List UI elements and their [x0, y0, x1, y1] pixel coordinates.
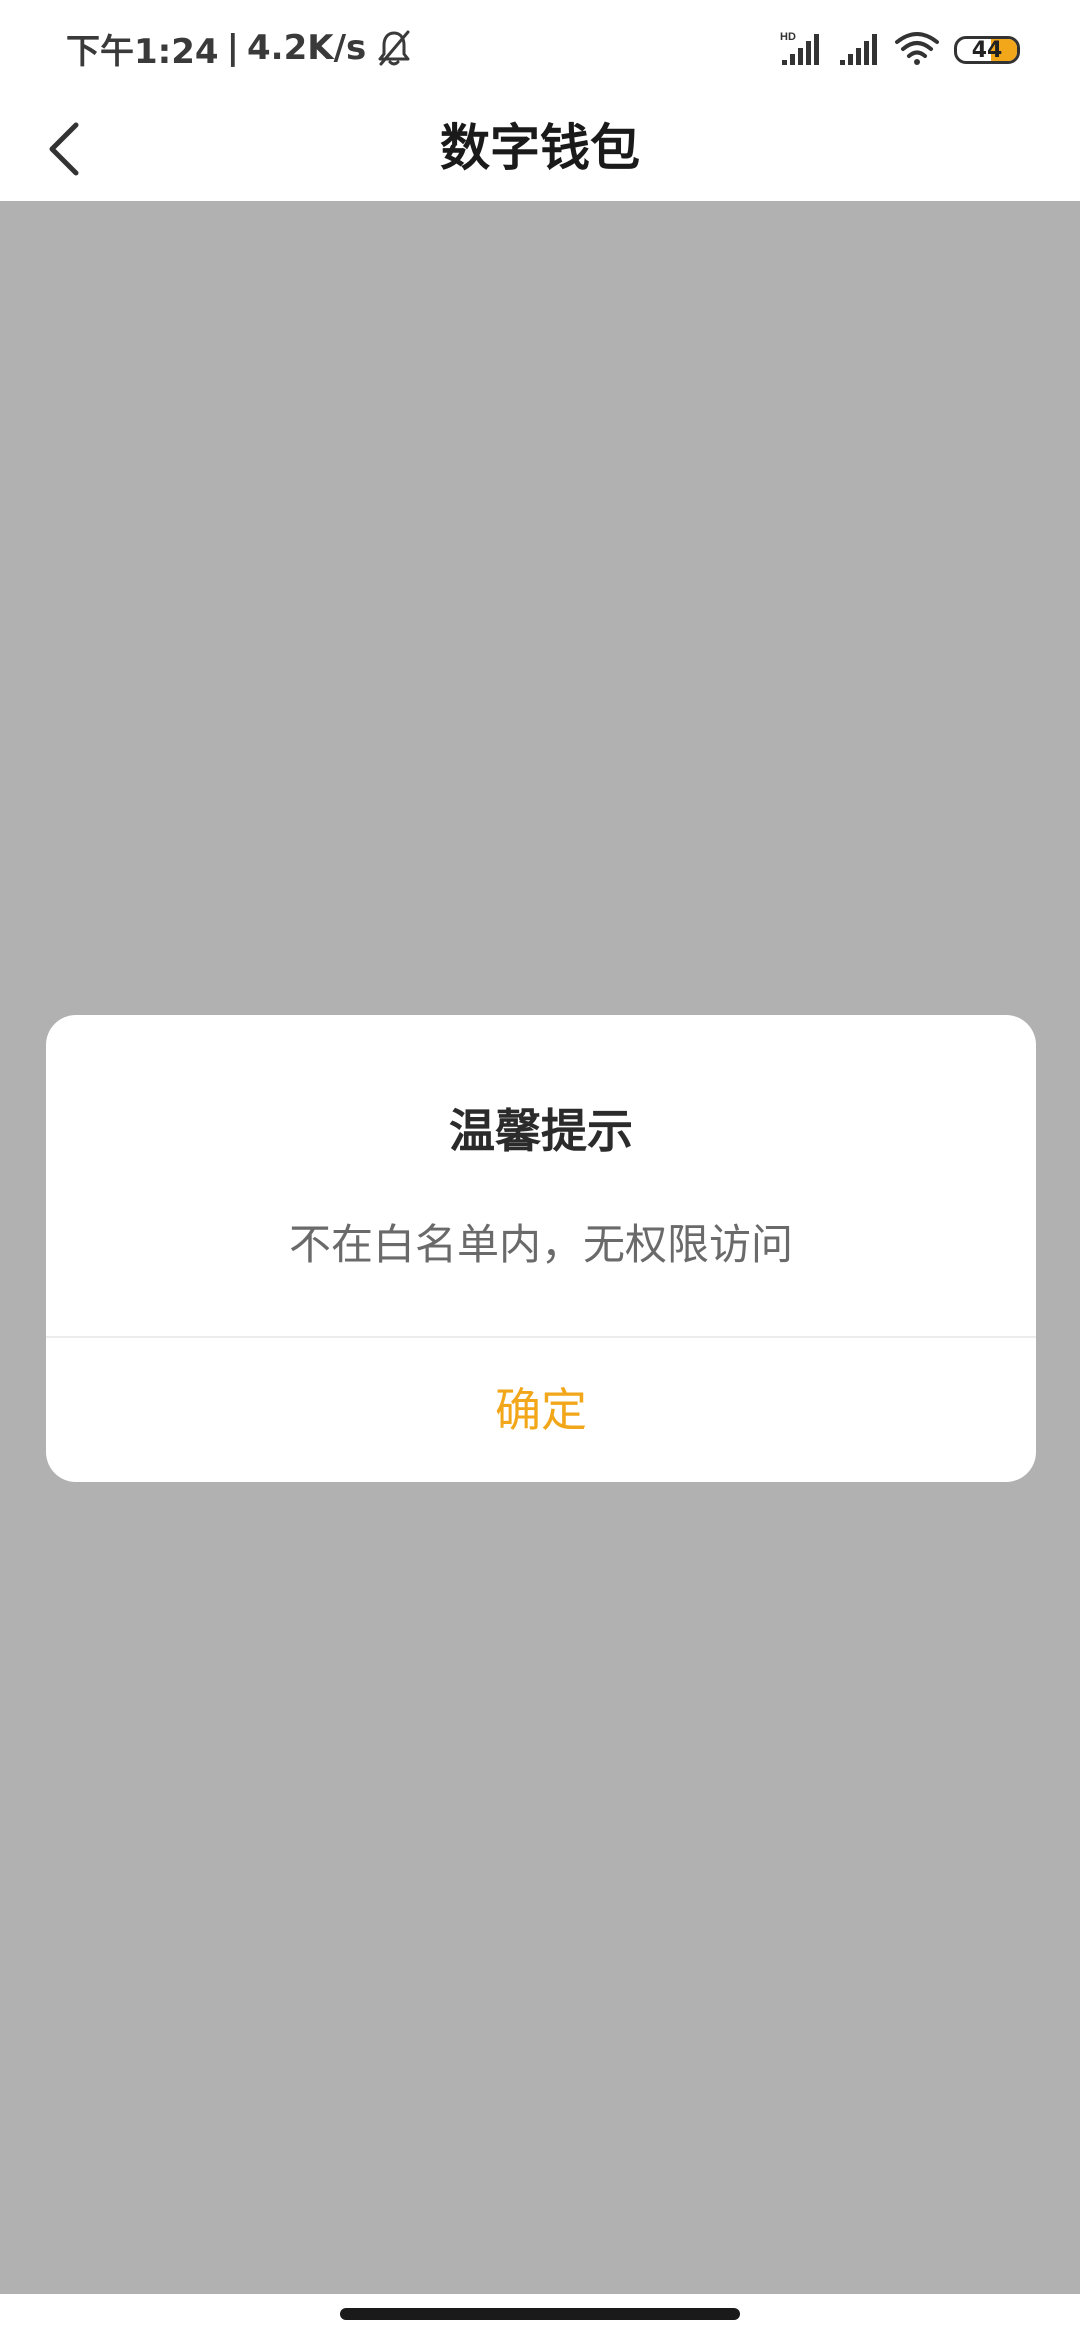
title-bar: 数字钱包	[0, 95, 1080, 201]
battery-level: 44	[971, 38, 1003, 63]
signal-icon	[838, 30, 880, 70]
network-speed: 4.2K/s	[247, 28, 367, 68]
status-bar: 下午1:24 | 4.2K/s HD 44	[0, 0, 1080, 95]
dialog-title: 温馨提示	[449, 1104, 633, 1158]
confirm-button[interactable]: 确定	[46, 1338, 1036, 1482]
navigation-bar	[0, 2294, 1080, 2340]
battery-icon: 44	[954, 36, 1020, 64]
status-separator: |	[226, 28, 239, 68]
page-title: 数字钱包	[440, 119, 640, 177]
status-left: 下午1:24 | 4.2K/s	[66, 24, 412, 72]
wifi-icon	[894, 30, 940, 70]
status-right: HD 44	[780, 28, 1020, 72]
dialog-message: 不在白名单内，无权限访问	[288, 1220, 793, 1269]
hd-signal-icon: HD	[780, 30, 824, 70]
status-time: 下午1:24	[66, 31, 219, 72]
home-indicator[interactable]	[340, 2308, 740, 2320]
back-button[interactable]	[30, 113, 102, 185]
chevron-left-icon	[49, 122, 79, 176]
mute-bell-icon	[376, 28, 412, 68]
screen: 下午1:24 | 4.2K/s HD 44 数字钱包 温馨提示 不在白名单内，无…	[0, 0, 1080, 2340]
svg-text:HD: HD	[780, 31, 796, 43]
alert-dialog: 温馨提示 不在白名单内，无权限访问 确定	[46, 1015, 1036, 1482]
